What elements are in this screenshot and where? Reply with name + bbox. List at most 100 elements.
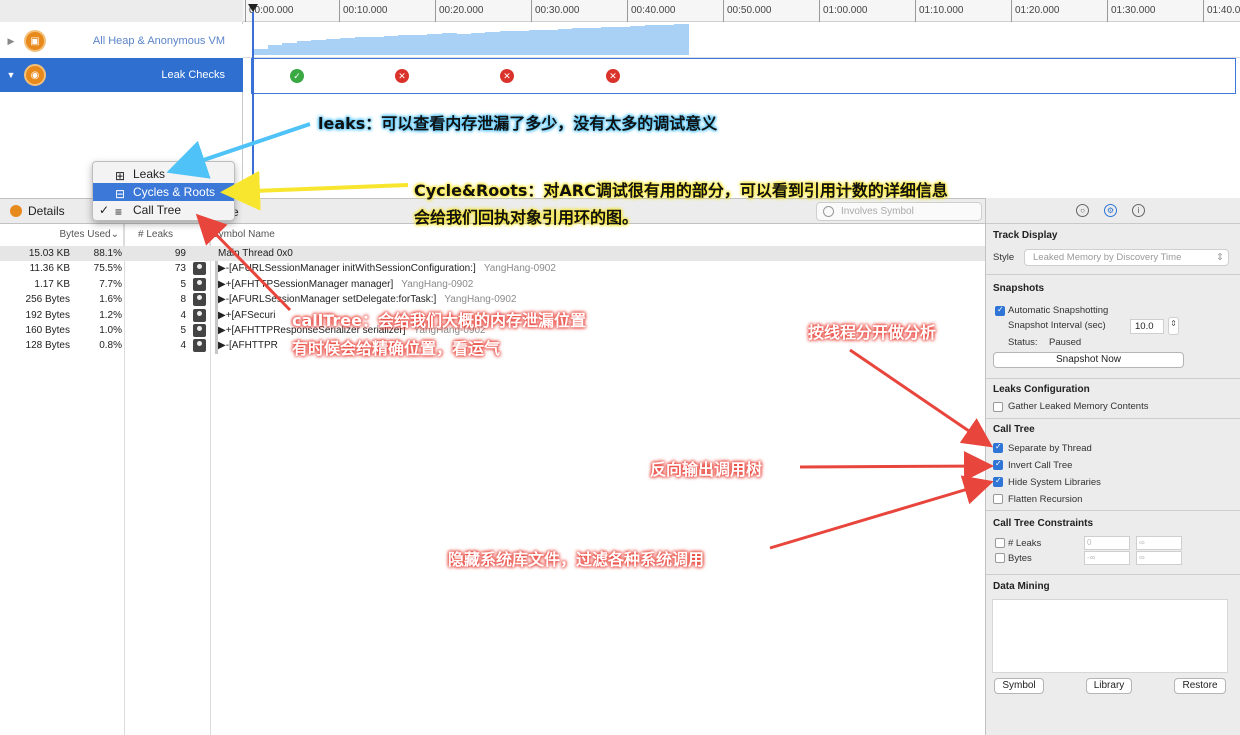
extended-detail-icon[interactable]: i bbox=[1132, 204, 1145, 217]
table-row[interactable]: 15.03 KB 88.1% 99 Main Thread 0x0 bbox=[0, 246, 985, 261]
table-row[interactable]: 11.36 KB 75.5% 73 ▶-[AFURLSessionManager in… bbox=[0, 261, 985, 276]
symbol-cell: ▶+[AFHTTPSessionManager manager] YangHang… bbox=[218, 277, 473, 292]
interval-stepper[interactable]: ⇕ bbox=[1168, 317, 1179, 335]
checkbox-label: Separate by Thread bbox=[1008, 443, 1092, 454]
checkmark-icon: ✓ bbox=[99, 203, 110, 217]
leaks-constraint-checkbox[interactable] bbox=[995, 538, 1005, 548]
leak-found-icon[interactable]: ✕ bbox=[395, 69, 409, 83]
leak-check-ok-icon[interactable]: ✓ bbox=[290, 69, 304, 83]
column-header-bytes-used[interactable]: Bytes Used⌄ bbox=[0, 224, 124, 246]
bytes-max-field[interactable]: ∞ bbox=[1136, 551, 1182, 565]
symbol-cell: ▶-[AFURLSessionManager setDelegate:forTa… bbox=[218, 292, 516, 307]
record-settings-icon[interactable]: ○ bbox=[1076, 204, 1089, 217]
leaks-icon bbox=[10, 205, 22, 217]
heap-usage-bar bbox=[572, 28, 587, 55]
automatic-snapshotting-checkbox[interactable] bbox=[995, 305, 1005, 316]
heap-usage-bar bbox=[470, 33, 486, 55]
ruler-tick: 01:00.000 bbox=[819, 0, 868, 22]
style-select[interactable]: Leaked Memory by Discovery Time ⇕ bbox=[1024, 249, 1229, 266]
heap-usage-bar bbox=[369, 37, 384, 55]
leaks-min-field[interactable]: 0 bbox=[1084, 536, 1130, 550]
gather-contents-checkbox[interactable] bbox=[993, 402, 1003, 412]
bytes-used-cell: 128 Bytes bbox=[25, 340, 70, 352]
snapshot-now-button[interactable]: Snapshot Now bbox=[993, 352, 1184, 368]
ruler-tick: 00:10.000 bbox=[339, 0, 388, 22]
flatten-recursion-checkbox[interactable] bbox=[993, 494, 1003, 504]
table-row[interactable]: 256 Bytes 1.6% 8 ▶-[AFURLSessionManager set… bbox=[0, 292, 985, 307]
percent-cell: 0.8% bbox=[99, 340, 122, 352]
leak-found-icon[interactable]: ✕ bbox=[606, 69, 620, 83]
disclosure-triangle-icon[interactable]: ▼ bbox=[4, 70, 18, 80]
heap-usage-bar bbox=[673, 24, 689, 55]
hide-system-libraries-checkbox[interactable] bbox=[993, 476, 1003, 487]
menu-item-leaks[interactable]: ⊞ Leaks bbox=[93, 165, 234, 183]
section-title: Data Mining bbox=[993, 581, 1050, 592]
timeline-ruler[interactable]: 00:00.000 00:10.000 00:20.000 00:30.000 … bbox=[243, 0, 1240, 22]
ruler-tick: 00:50.000 bbox=[723, 0, 772, 22]
user-code-icon bbox=[193, 262, 206, 276]
leaks-count-cell: 73 bbox=[174, 263, 186, 275]
track-label: Leak Checks bbox=[161, 69, 225, 81]
constraints-section: Call Tree Constraints # Leaks 0 ∞ Bytes … bbox=[986, 511, 1240, 575]
ruler-tick: 01:40.0 bbox=[1203, 0, 1240, 22]
interval-field[interactable]: 10.0 bbox=[1130, 319, 1164, 334]
user-code-icon bbox=[193, 324, 206, 337]
heap-usage-bar bbox=[311, 40, 326, 55]
disclosure-triangle-icon[interactable]: ▶ bbox=[4, 36, 18, 47]
leaks-count-cell: 4 bbox=[180, 309, 186, 321]
chevron-updown-icon: ⇕ bbox=[1216, 252, 1224, 263]
heap-usage-bar bbox=[441, 33, 457, 55]
filter-icon bbox=[823, 206, 834, 217]
ruler-tick: 01:30.000 bbox=[1107, 0, 1156, 22]
menu-item-cycles-roots[interactable]: ⊟ Cycles & Roots bbox=[93, 183, 234, 201]
heap-usage-bar bbox=[427, 34, 442, 55]
ruler-tick: 00:40.000 bbox=[627, 0, 676, 22]
bytes-min-field[interactable]: -∞ bbox=[1084, 551, 1130, 565]
display-settings-icon[interactable]: ⚙ bbox=[1104, 204, 1117, 217]
details-label[interactable]: Details bbox=[28, 204, 65, 218]
heap-usage-bar bbox=[601, 27, 616, 55]
table-row[interactable]: 1.17 KB 7.7% 5 ▶+[AFHTTPSessionManager mana… bbox=[0, 277, 985, 292]
playhead-icon[interactable] bbox=[248, 4, 258, 12]
section-title: Leaks Configuration bbox=[993, 384, 1090, 395]
track-display-section: Track Display Style Leaked Memory by Dis… bbox=[986, 225, 1240, 275]
symbol-button[interactable]: Symbol bbox=[994, 678, 1044, 694]
user-code-icon bbox=[193, 339, 206, 353]
search-placeholder: Involves Symbol bbox=[841, 206, 914, 217]
bytes-constraint-checkbox[interactable] bbox=[995, 553, 1005, 563]
heap-usage-bar bbox=[615, 27, 631, 55]
search-field[interactable]: Involves Symbol bbox=[816, 202, 982, 221]
ruler-tick: 00:20.000 bbox=[435, 0, 484, 22]
leaks-count-cell: 4 bbox=[180, 340, 186, 352]
bytes-used-cell: 1.17 KB bbox=[34, 278, 70, 290]
heap-usage-bar bbox=[557, 29, 573, 55]
percent-cell: 75.5% bbox=[93, 263, 122, 275]
invert-call-tree-checkbox[interactable] bbox=[993, 459, 1003, 470]
bytes-used-cell: 11.36 KB bbox=[29, 263, 70, 275]
leak-found-icon[interactable]: ✕ bbox=[500, 69, 514, 83]
leaks-max-field[interactable]: ∞ bbox=[1136, 536, 1182, 550]
separate-by-thread-checkbox[interactable] bbox=[993, 442, 1003, 453]
heap-usage-bar bbox=[499, 31, 515, 55]
column-header-leaks[interactable]: # Leaks bbox=[124, 224, 210, 246]
percent-cell: 1.0% bbox=[99, 325, 122, 336]
ruler-tick: 01:10.000 bbox=[915, 0, 964, 22]
bytes-used-cell: 15.03 KB bbox=[28, 248, 70, 259]
restore-button[interactable]: Restore bbox=[1174, 678, 1226, 694]
track-all-heap[interactable]: ▶ ▣ All Heap & Anonymous VM bbox=[0, 24, 243, 58]
data-mining-list[interactable] bbox=[992, 599, 1228, 673]
percent-cell: 1.6% bbox=[99, 294, 122, 306]
annotation-cycles-line1: Cycle&Roots：对ARC调试很有用的部分，可以看到引用计数的详细信息 bbox=[414, 181, 948, 200]
heap-usage-bar bbox=[630, 26, 645, 55]
library-button[interactable]: Library bbox=[1086, 678, 1132, 694]
section-title: Snapshots bbox=[993, 283, 1045, 294]
symbol-cell: ▶-[AFHTTPR bbox=[218, 338, 278, 353]
track-leak-checks[interactable]: ▼ ◉ Leak Checks bbox=[0, 58, 243, 92]
menu-item-call-tree[interactable]: ✓ ≡ Call Tree bbox=[93, 201, 234, 219]
symbol-name: ▶+[AFHTTPSessionManager manager] bbox=[218, 278, 394, 290]
checkbox-label: # Leaks bbox=[1008, 538, 1042, 549]
leak-checks-lane: ✓ ✕ ✕ ✕ bbox=[251, 58, 1236, 94]
snapshots-section: Snapshots Automatic Snapshotting Snapsho… bbox=[986, 275, 1240, 379]
annotation-invert-tree: 反向输出调用树 bbox=[650, 460, 763, 479]
percent-cell: 1.2% bbox=[99, 309, 122, 321]
